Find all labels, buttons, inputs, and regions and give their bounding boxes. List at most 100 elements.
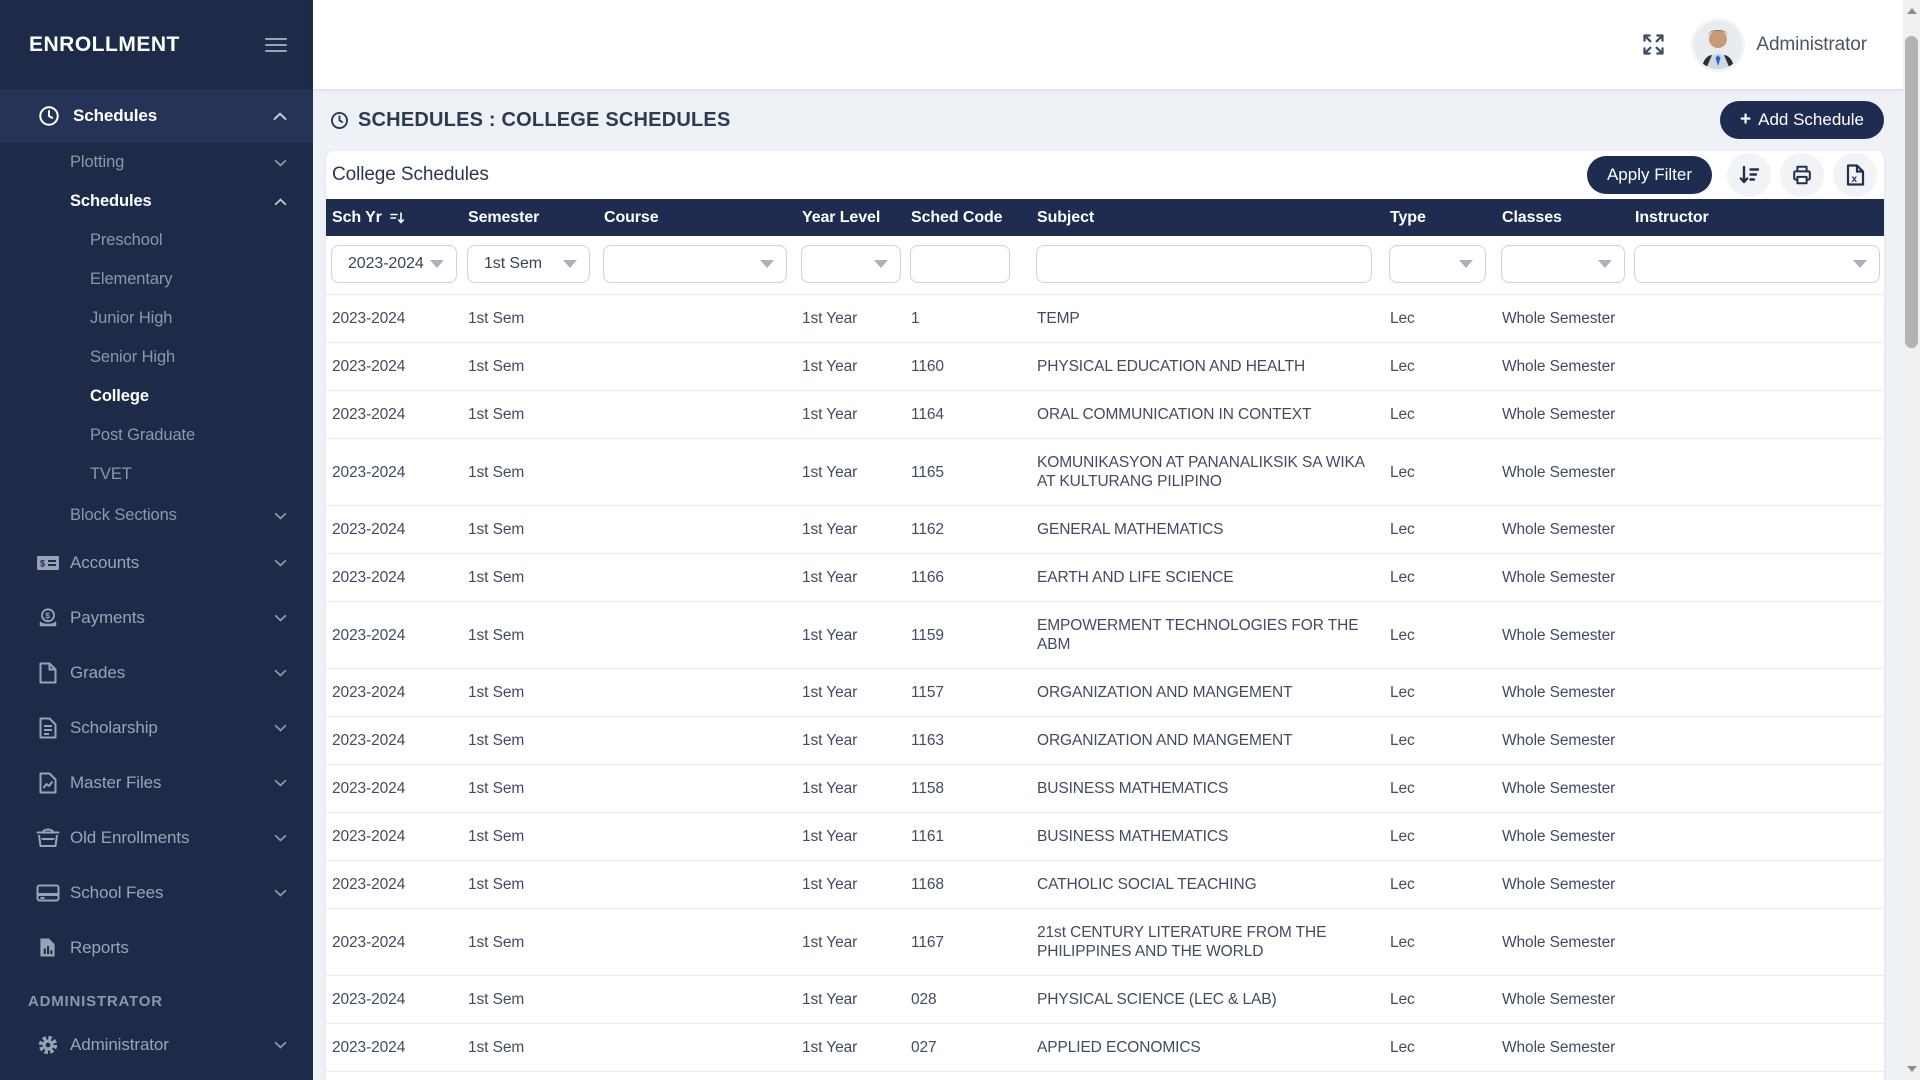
cell-sch-yr: 2023-2024 [326,669,462,717]
svg-text:x: x [1851,174,1857,185]
cell-sched-code: 027 [905,1024,1031,1072]
scrollbar-thumb[interactable] [1905,36,1918,348]
sidebar-item-label: Administrator [70,1035,274,1055]
filter-year-level-select[interactable] [801,245,901,283]
add-schedule-button[interactable]: + Add Schedule [1720,101,1884,139]
table-row: 2023-2024 1st Sem 1st Year 1162 GENERAL … [326,506,1884,554]
file-invoice-icon [35,717,60,739]
cell-course [598,717,796,765]
filter-course-select[interactable] [603,245,787,283]
cell-year-level: 1st Year [796,717,905,765]
cell-semester: 1st Sem [462,909,598,976]
file-icon [35,662,60,684]
cell-type: Lec [1384,765,1496,813]
sidebar-item-tvet[interactable]: TVET [0,455,313,494]
cell-subject: ORAL COMMUNICATION IN CONTEXT [1031,391,1384,439]
column-header-subject: Subject [1031,199,1384,236]
filter-classes-select[interactable] [1501,245,1625,283]
cell-sch-yr: 2023-2024 [326,391,462,439]
cell-semester: 1st Sem [462,343,598,391]
card-title: College Schedules [332,164,489,186]
vertical-scrollbar[interactable] [1903,0,1920,1080]
chevron-down-icon [274,559,287,567]
cell-subject: 21st CENTURY LITERATURE FROM THE PHILIPP… [1031,909,1384,976]
cell-sched-code: 1166 [905,554,1031,602]
user-avatar[interactable] [1694,21,1742,69]
filter-type-select[interactable] [1389,245,1486,283]
sidebar-item-post-graduate[interactable]: Post Graduate [0,416,313,455]
sidebar-item-grades[interactable]: Grades [0,645,313,700]
cell-year-level: 1st Year [796,813,905,861]
cell-sch-yr: 2023-2024 [326,909,462,976]
filter-semester-select[interactable]: 1st Sem [467,245,590,283]
cell-subject: CATHOLIC SOCIAL TEACHING [1031,861,1384,909]
cell-semester: 1st Sem [462,391,598,439]
sidebar-item-old-enrollments[interactable]: Old Enrollments [0,810,313,865]
sidebar-item-accounts[interactable]: $ Accounts [0,535,313,590]
cell-course [598,861,796,909]
cell-subject: TEMP [1031,1072,1384,1080]
filter-instructor-select[interactable] [1634,245,1880,283]
cell-sched-code: 1158 [905,765,1031,813]
cell-type: Lec [1384,554,1496,602]
sidebar-item-senior-high[interactable]: Senior High [0,338,313,377]
sidebar-item-administrator[interactable]: Administrator [0,1017,313,1072]
scrollbar-down-arrow[interactable] [1903,1062,1920,1076]
sidebar-item-preschool[interactable]: Preschool [0,221,313,260]
sort-amount-icon[interactable] [1727,153,1771,197]
filter-subject-input[interactable] [1036,245,1372,283]
sidebar-item-label: Junior High [90,309,172,328]
cell-course [598,976,796,1024]
sidebar-item-block-sections[interactable]: Block Sections [0,496,313,535]
cell-semester: 1st Sem [462,506,598,554]
sidebar-item-schedules[interactable]: Schedules [0,89,313,143]
sidebar-item-plotting[interactable]: Plotting [0,143,313,182]
chevron-down-icon [274,1041,287,1049]
plus-icon: + [1740,109,1751,131]
column-header-sch-yr[interactable]: Sch Yr [326,199,462,236]
cell-year-level: 1st Year [796,909,905,976]
sidebar-item-label: Post Graduate [90,426,195,445]
page-title-text: SCHEDULES : COLLEGE SCHEDULES [358,109,731,132]
sidebar-item-schedules-sub[interactable]: Schedules [0,182,313,221]
filter-sch-yr-value: 2023-2024 [348,255,424,273]
print-icon[interactable] [1780,153,1824,197]
sidebar-item-school-fees[interactable]: School Fees [0,865,313,920]
topbar-username[interactable]: Administrator [1756,34,1867,56]
sidebar-item-scholarship[interactable]: Scholarship [0,700,313,755]
sidebar-item-payments[interactable]: $ Payments [0,590,313,645]
sidebar-item-reports[interactable]: Reports [0,920,313,975]
sidebar-item-elementary[interactable]: Elementary [0,260,313,299]
cell-course [598,1072,796,1080]
table-header-row: Sch Yr Semester Course [326,199,1884,236]
sidebar: ENROLLMENT Schedules Plotting Schedules [0,0,313,1080]
schedules-table: Sch Yr Semester Course [326,199,1884,1080]
sidebar-item-label: Schedules [70,192,274,211]
column-header-semester: Semester [462,199,598,236]
column-header-type: Type [1384,199,1496,236]
hamburger-menu-icon[interactable] [265,34,287,56]
table-row: 2023-2024 1st Sem 1st Year 1159 EMPOWERM… [326,602,1884,669]
sidebar-item-college[interactable]: College [0,377,313,416]
cell-course [598,669,796,717]
cell-sched-code: 1157 [905,669,1031,717]
filter-sch-yr-select[interactable]: 2023-2024 [331,245,457,283]
apply-filter-button[interactable]: Apply Filter [1587,156,1712,194]
filter-sched-code-input[interactable] [910,245,1010,283]
main-area: Administrator SCHEDULES : COLLEGE SCHEDU… [313,0,1920,1080]
scrollbar-up-arrow[interactable] [1903,4,1920,18]
cell-semester: 1st Sem [462,439,598,506]
cell-semester: 1st Sem [462,669,598,717]
caret-down-icon [1853,260,1867,268]
sidebar-item-junior-high[interactable]: Junior High [0,299,313,338]
excel-export-icon[interactable]: x [1833,153,1877,197]
cell-type: Lec [1384,439,1496,506]
column-header-classes: Classes [1496,199,1629,236]
cell-semester: 1st Sem [462,1072,598,1080]
filter-semester-value: 1st Sem [484,255,542,273]
chevron-up-icon [273,112,287,121]
cell-type: Lec [1384,909,1496,976]
fullscreen-icon[interactable] [1640,31,1667,58]
sidebar-item-master-files[interactable]: Master Files [0,755,313,810]
cell-subject: BUSINESS MATHEMATICS [1031,765,1384,813]
